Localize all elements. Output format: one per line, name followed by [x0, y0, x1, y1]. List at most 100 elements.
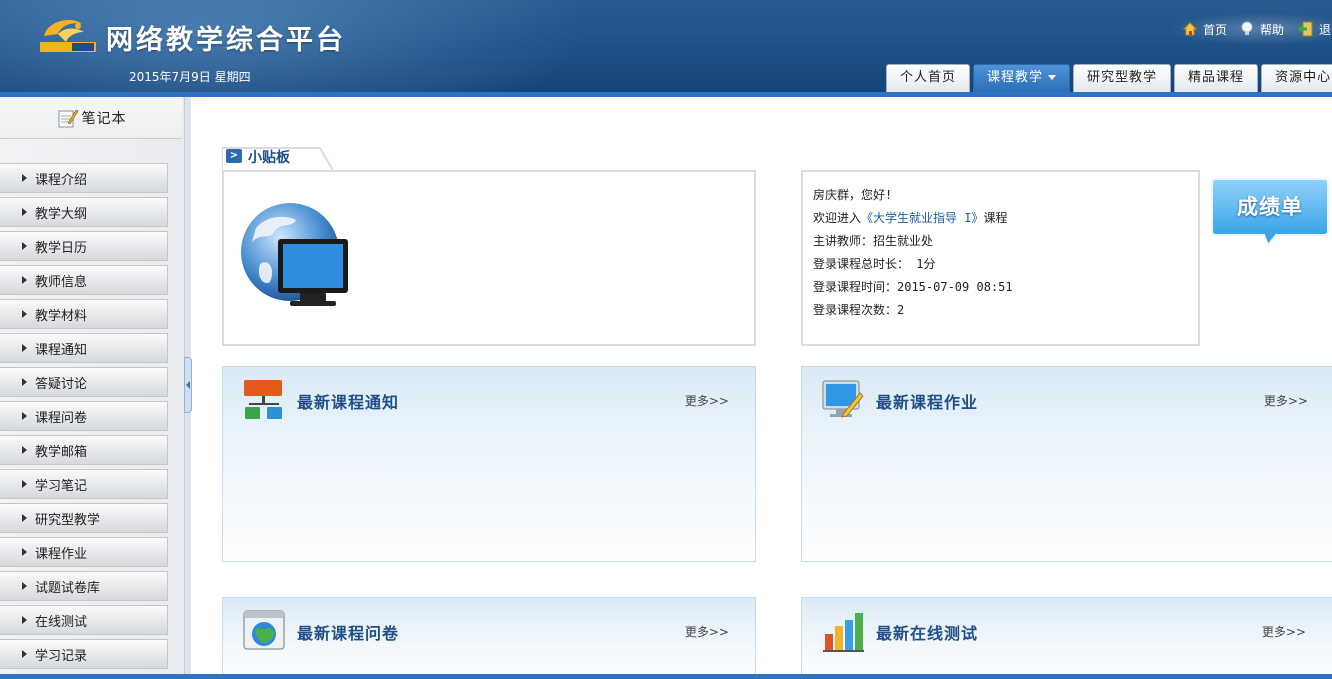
- arrow-right-icon: [22, 650, 27, 658]
- arrow-right-icon: [22, 616, 27, 624]
- globe-computer-icon: [241, 203, 348, 306]
- help-bulb-icon: [1241, 21, 1253, 35]
- logout-link[interactable]: 退: [1296, 21, 1331, 38]
- sticky-board-label: 小贴板: [248, 150, 290, 166]
- sidebar-item-label: 试题试卷库: [35, 580, 101, 596]
- more-link[interactable]: 更多>>: [685, 392, 729, 409]
- homework-monitor-icon: [822, 380, 864, 418]
- login-count-text: 登录课程次数：2: [813, 303, 905, 317]
- latest-survey-card: 最新课程问卷 更多>>: [222, 597, 756, 679]
- sidebar-item-course-intro[interactable]: 课程介绍: [0, 163, 168, 193]
- site-title: 网络教学综合平台: [106, 25, 346, 56]
- tab-resource-center[interactable]: 资源中心: [1261, 64, 1332, 92]
- notebook-icon: [58, 109, 78, 127]
- notice-network-icon: [244, 380, 282, 419]
- sidebar-collapse-handle[interactable]: [184, 357, 192, 413]
- enter-suffix: 课程: [983, 211, 1008, 225]
- current-date: 2015年7月9日 星期四: [129, 70, 251, 84]
- sidebar-item-study-notes[interactable]: 学习笔记: [0, 469, 168, 499]
- arrow-right-icon: [22, 310, 27, 318]
- grade-report-button[interactable]: 成绩单: [1210, 177, 1330, 247]
- greeting-text: 房庆群，您好!: [813, 188, 893, 202]
- notebook-label: 笔记本: [81, 110, 127, 127]
- sidebar-item-teacher-info[interactable]: 教师信息: [0, 265, 168, 295]
- arrow-right-icon: [22, 276, 27, 284]
- home-link-label: 首页: [1203, 22, 1228, 37]
- sidebar-item-survey[interactable]: 课程问卷: [0, 401, 168, 431]
- tab-course-teaching[interactable]: 课程教学: [973, 64, 1071, 92]
- more-link[interactable]: 更多>>: [685, 623, 729, 640]
- tab-quality-courses[interactable]: 精品课程: [1174, 64, 1259, 92]
- header-bottom-bar: [0, 92, 1332, 97]
- sidebar-item-question-bank[interactable]: 试题试卷库: [0, 571, 168, 601]
- sidebar-item-label: 课程作业: [35, 546, 88, 562]
- tab-label: 课程教学: [987, 70, 1044, 85]
- sidebar-item-label: 研究型教学: [35, 512, 101, 528]
- sidebar-item-materials[interactable]: 教学材料: [0, 299, 168, 329]
- sidebar-item-qa-discussion[interactable]: 答疑讨论: [0, 367, 168, 397]
- sidebar-item-notices[interactable]: 课程通知: [0, 333, 168, 363]
- top-header: 网络教学综合平台 2015年7月9日 星期四 首页 帮助 退 个人首页 课程教学…: [0, 0, 1332, 92]
- login-time-text: 登录课程时间：2015-07-09 08:51: [813, 280, 1013, 294]
- sidebar-item-study-record[interactable]: 学习记录: [0, 639, 168, 669]
- logout-icon: [1297, 21, 1313, 37]
- course-name-link[interactable]: 《大学生就业指导 I》: [861, 211, 983, 225]
- chevron-down-icon: [1048, 75, 1057, 80]
- more-link[interactable]: 更多>>: [1264, 392, 1308, 409]
- help-link-label: 帮助: [1260, 22, 1285, 37]
- card-title: 最新课程通知: [297, 393, 400, 412]
- logout-link-label: 退: [1319, 22, 1332, 37]
- sidebar-item-label: 教学大纲: [35, 206, 88, 222]
- sidebar-item-label: 课程介绍: [35, 172, 88, 188]
- notebook-button[interactable]: 笔记本: [0, 97, 182, 139]
- survey-globe-icon: [243, 610, 285, 650]
- arrow-right-icon: [22, 514, 27, 522]
- latest-online-test-card: 最新在线测试 更多>>: [801, 597, 1332, 679]
- sidebar-item-label: 教师信息: [35, 274, 88, 290]
- sidebar-item-label: 教学日历: [35, 240, 88, 256]
- sidebar-item-label: 在线测试: [35, 614, 88, 630]
- top-links: 首页 帮助 退: [1172, 14, 1332, 44]
- sidebar-item-label: 课程问卷: [35, 410, 88, 426]
- help-link[interactable]: 帮助: [1239, 21, 1284, 38]
- course-enter-line: 欢迎进入《大学生就业指导 I》课程: [813, 209, 1007, 226]
- card-title: 最新课程问卷: [297, 624, 400, 643]
- sidebar-item-label: 答疑讨论: [35, 376, 88, 392]
- latest-homework-card: 最新课程作业 更多>>: [801, 366, 1332, 562]
- sidebar-item-label: 学习笔记: [35, 478, 88, 494]
- sidebar: 笔记本 课程介绍 教学大纲 教学日历 教师信息 教学材料 课程通知 答疑讨论 课…: [0, 97, 184, 679]
- arrow-right-icon: [22, 344, 27, 352]
- grade-report-label: 成绩单: [1237, 195, 1303, 219]
- latest-notices-card: 最新课程通知 更多>>: [222, 366, 756, 562]
- tsinghua-col-logo[interactable]: [38, 14, 98, 54]
- card-title: 最新在线测试: [876, 624, 979, 643]
- tab-label: 研究型教学: [1087, 70, 1158, 85]
- arrow-right-icon: [22, 174, 27, 182]
- arrow-right-icon: [22, 582, 27, 590]
- arrow-right-icon: [22, 208, 27, 216]
- arrow-right-icon: [22, 412, 27, 420]
- arrow-right-icon: >: [226, 149, 242, 163]
- arrow-right-icon: [22, 480, 27, 488]
- tab-label: 精品课程: [1188, 70, 1245, 85]
- home-link[interactable]: 首页: [1182, 21, 1227, 38]
- tab-personal-home[interactable]: 个人首页: [886, 64, 971, 92]
- sidebar-item-syllabus[interactable]: 教学大纲: [0, 197, 168, 227]
- sidebar-item-online-test[interactable]: 在线测试: [0, 605, 168, 635]
- arrow-right-icon: [22, 446, 27, 454]
- sidebar-item-label: 教学邮箱: [35, 444, 88, 460]
- tab-label: 资源中心: [1275, 70, 1332, 85]
- welcome-info-panel: 房庆群，您好! 欢迎进入《大学生就业指导 I》课程 主讲教师：招生就业处 登录课…: [801, 170, 1200, 346]
- main-nav-tabs: 个人首页 课程教学 研究型教学 精品课程 资源中心: [886, 62, 1332, 92]
- arrow-right-icon: [22, 548, 27, 556]
- sidebar-item-homework[interactable]: 课程作业: [0, 537, 168, 567]
- arrow-right-icon: [22, 378, 27, 386]
- more-link[interactable]: 更多>>: [1262, 623, 1306, 640]
- sidebar-item-calendar[interactable]: 教学日历: [0, 231, 168, 261]
- sidebar-item-research[interactable]: 研究型教学: [0, 503, 168, 533]
- test-bar-chart-icon: [823, 613, 864, 652]
- sidebar-item-mailbox[interactable]: 教学邮箱: [0, 435, 168, 465]
- home-icon: [1182, 22, 1198, 36]
- card-title: 最新课程作业: [876, 393, 979, 412]
- tab-research-teaching[interactable]: 研究型教学: [1073, 64, 1172, 92]
